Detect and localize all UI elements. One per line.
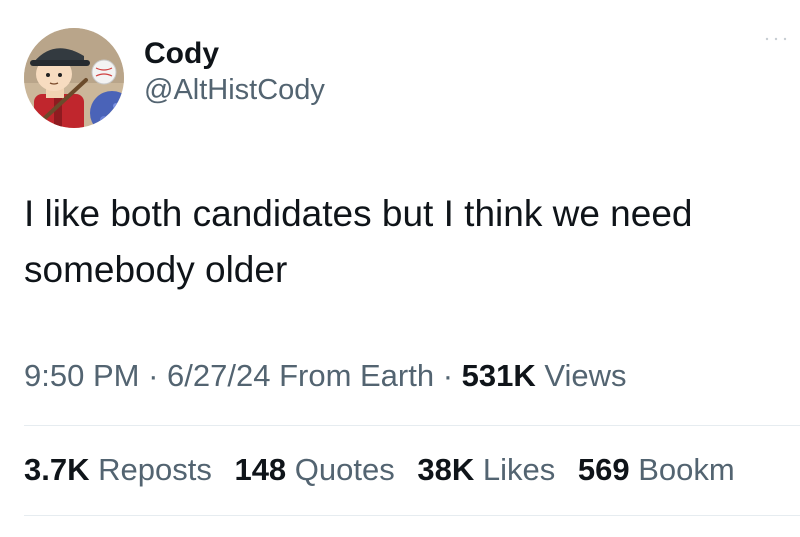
avatar-illustration	[24, 28, 124, 128]
tweet-source: From Earth	[270, 358, 435, 393]
separator-dot: ·	[434, 358, 462, 393]
quotes-label: Quotes	[286, 452, 395, 487]
quotes-stat[interactable]: 148 Quotes	[234, 452, 394, 487]
divider	[24, 425, 800, 426]
tweet-metadata: 9:50 PM · 6/27/24 From Earth · 531K View…	[24, 356, 627, 396]
engagement-stats: 3.7K Reposts 148 Quotes 38K Likes 569 Bo…	[24, 450, 800, 490]
more-dots-icon[interactable]	[764, 36, 788, 42]
views-count: 531K	[461, 358, 536, 393]
divider	[24, 515, 800, 516]
likes-label: Likes	[474, 452, 556, 487]
tweet-text: I like both candidates but I think we ne…	[24, 193, 703, 290]
author-handle[interactable]: @AltHistCody	[144, 72, 325, 108]
author-display-name[interactable]: Cody	[144, 36, 325, 72]
reposts-label: Reposts	[89, 452, 212, 487]
tweet-header: Cody @AltHistCody	[24, 28, 325, 128]
views-label: Views	[535, 358, 627, 393]
author-names: Cody @AltHistCody	[144, 36, 325, 108]
quotes-count: 148	[234, 452, 287, 487]
avatar[interactable]	[24, 28, 124, 128]
bookmarks-label: Bookm	[629, 452, 735, 487]
separator-dot: ·	[139, 358, 168, 393]
reposts-stat[interactable]: 3.7K Reposts	[24, 452, 212, 487]
bookmarks-stat[interactable]: 569 Bookm	[578, 452, 735, 487]
bookmarks-count: 569	[577, 452, 630, 487]
likes-count: 38K	[417, 452, 475, 487]
tweet-time[interactable]: 9:50 PM	[24, 358, 139, 393]
reposts-count: 3.7K	[24, 452, 90, 487]
tweet-date[interactable]: 6/27/24	[167, 358, 270, 393]
likes-stat[interactable]: 38K Likes	[417, 452, 555, 487]
tweet-card: Cody @AltHistCody I like both candidates…	[0, 0, 800, 537]
